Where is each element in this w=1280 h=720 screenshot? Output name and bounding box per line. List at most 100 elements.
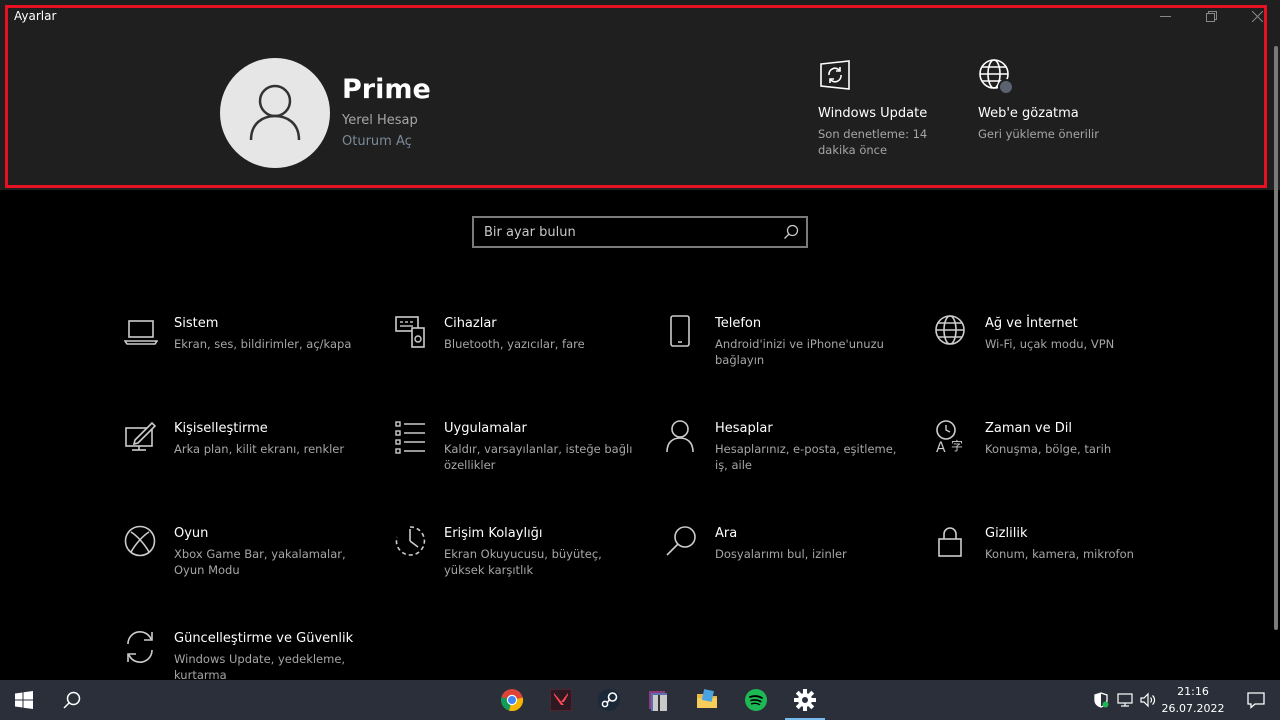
- search-input[interactable]: [484, 223, 774, 241]
- search-icon[interactable]: [782, 223, 800, 241]
- taskbar-app-valorant[interactable]: [537, 680, 585, 720]
- category-title: Zaman ve Dil: [985, 421, 1072, 436]
- restore-icon: [1205, 10, 1217, 22]
- taskbar-app-settings[interactable]: [781, 680, 829, 720]
- avatar[interactable]: [220, 58, 330, 168]
- category-subtitle: Windows Update, yedekleme, kurtarma: [174, 652, 346, 682]
- search-icon: [666, 526, 696, 556]
- svg-text:字: 字: [951, 438, 963, 453]
- valorant-icon: [550, 689, 572, 711]
- category-devices[interactable]: Cihazlar Bluetooth, yazıcılar, fare: [394, 315, 634, 385]
- category-network[interactable]: Ağ ve İnternet Wi-Fi, uçak modu, VPN: [935, 315, 1175, 385]
- person-icon: [666, 420, 694, 453]
- taskbar-search-button[interactable]: [48, 680, 96, 720]
- category-subtitle: Konum, kamera, mikrofon: [985, 547, 1134, 561]
- taskbar-clock[interactable]: 21:16 26.07.2022: [1160, 683, 1226, 717]
- start-button[interactable]: [0, 680, 48, 720]
- scrollbar[interactable]: [1274, 46, 1278, 630]
- category-subtitle: Android'inizi ve iPhone'unuzu bağlayın: [715, 337, 884, 367]
- paint-icon: [125, 421, 157, 451]
- category-personalization[interactable]: Kişiselleştirme Arka plan, kilit ekranı,…: [124, 420, 364, 490]
- close-icon: [1251, 10, 1263, 22]
- category-search[interactable]: Ara Dosyalarımı bul, izinler: [665, 525, 905, 595]
- xbox-icon: [124, 525, 156, 557]
- sync-icon: [820, 60, 850, 90]
- category-subtitle: Xbox Game Bar, yakalamalar, Oyun Modu: [174, 547, 346, 577]
- settings-header: Ayarlar Prime Yerel Hesap Oturum Aç Wind…: [0, 0, 1280, 190]
- minimize-button[interactable]: [1142, 0, 1188, 32]
- globe-icon: [935, 315, 965, 345]
- category-apps[interactable]: Uygulamalar Kaldır, varsayılanlar, isteğ…: [394, 420, 634, 490]
- taskbar-app-winrar[interactable]: [634, 680, 682, 720]
- ease-of-access-icon: [395, 526, 426, 556]
- user-icon: [249, 84, 301, 141]
- spotify-icon: [745, 689, 767, 711]
- minimize-icon: [1159, 15, 1171, 17]
- notification-icon: [1247, 692, 1265, 709]
- category-title: Hesaplar: [715, 421, 773, 436]
- notifications-button[interactable]: [1232, 680, 1280, 720]
- windows-logo-icon: [15, 691, 33, 709]
- update-icon: [127, 630, 153, 664]
- profile-name: Prime: [342, 74, 431, 105]
- tray-security[interactable]: [1092, 680, 1110, 720]
- web-browsing-title: Web'e gözatma: [978, 106, 1079, 121]
- settings-search-box[interactable]: [472, 216, 808, 248]
- category-title: Oyun: [174, 526, 209, 541]
- phone-icon: [670, 315, 690, 347]
- devices-icon: [395, 316, 425, 348]
- category-subtitle: Hesaplarınız, e-posta, eşitleme, iş, ail…: [715, 442, 897, 472]
- category-title: Erişim Kolaylığı: [444, 526, 543, 541]
- taskbar-app-explorer[interactable]: [683, 680, 731, 720]
- lock-icon: [938, 527, 962, 557]
- category-system[interactable]: Sistem Ekran, ses, bildirimler, aç/kapa: [124, 315, 364, 385]
- category-title: Güncelleştirme ve Güvenlik: [174, 631, 354, 646]
- category-subtitle: Ekran Okuyucusu, büyüteç, yüksek karşıtl…: [444, 547, 602, 577]
- taskbar-app-spotify[interactable]: [732, 680, 780, 720]
- category-subtitle: Wi-Fi, uçak modu, VPN: [985, 337, 1115, 351]
- taskbar-app-steam[interactable]: [585, 680, 633, 720]
- web-browsing-tile[interactable]: Web'e gözatma Geri yükleme önerilir: [978, 58, 1128, 142]
- speaker-icon: [1140, 692, 1156, 708]
- category-privacy[interactable]: Gizlilik Konum, kamera, mikrofon: [935, 525, 1175, 595]
- svg-text:A: A: [936, 440, 946, 454]
- tray-volume[interactable]: [1139, 680, 1157, 720]
- account-type: Yerel Hesap: [342, 113, 418, 128]
- category-gaming[interactable]: Oyun Xbox Game Bar, yakalamalar, Oyun Mo…: [124, 525, 364, 595]
- close-button[interactable]: [1234, 0, 1280, 32]
- category-subtitle: Ekran, ses, bildirimler, aç/kapa: [174, 337, 352, 351]
- category-subtitle: Konuşma, bölge, tarih: [985, 442, 1112, 456]
- clock-date: 26.07.2022: [1161, 702, 1225, 715]
- taskbar: 21:16 26.07.2022: [0, 680, 1280, 720]
- web-browsing-subtitle: Geri yükleme önerilir: [978, 127, 1099, 141]
- windows-update-tile[interactable]: Windows Update Son denetleme: 14 dakika …: [818, 58, 948, 158]
- laptop-icon: [124, 320, 158, 345]
- time-language-icon: A 字: [936, 420, 963, 454]
- category-title: Kişiselleştirme: [174, 421, 268, 436]
- category-ease-of-access[interactable]: Erişim Kolaylığı Ekran Okuyucusu, büyüte…: [394, 525, 634, 595]
- network-icon: [1117, 693, 1133, 707]
- explorer-icon: [697, 689, 717, 708]
- winrar-icon: [649, 691, 667, 711]
- category-title: Ara: [715, 526, 738, 541]
- settings-gear-icon: [794, 689, 816, 711]
- shield-icon: [1094, 692, 1109, 708]
- category-title: Gizlilik: [985, 526, 1028, 541]
- taskbar-app-chrome[interactable]: [488, 680, 536, 720]
- search-icon: [63, 691, 81, 709]
- category-accounts[interactable]: Hesaplar Hesaplarınız, e-posta, eşitleme…: [665, 420, 905, 490]
- category-title: Cihazlar: [444, 316, 497, 331]
- category-time-language[interactable]: A 字 Zaman ve Dil Konuşma, bölge, tarih: [935, 420, 1175, 490]
- category-phone[interactable]: Telefon Android'inizi ve iPhone'unuzu ba…: [665, 315, 905, 385]
- apps-list-icon: [395, 421, 425, 454]
- restore-button[interactable]: [1188, 0, 1234, 32]
- window-title: Ayarlar: [14, 9, 57, 23]
- category-subtitle: Kaldır, varsayılanlar, isteğe bağlı özel…: [444, 442, 633, 472]
- tray-network[interactable]: [1116, 680, 1134, 720]
- category-subtitle: Arka plan, kilit ekranı, renkler: [174, 442, 345, 456]
- windows-update-subtitle: Son denetleme: 14 dakika önce: [818, 127, 928, 157]
- category-title: Ağ ve İnternet: [985, 316, 1078, 331]
- clock-time: 21:16: [1177, 685, 1209, 698]
- globe-icon: [979, 59, 1014, 95]
- sign-in-link[interactable]: Oturum Aç: [342, 134, 412, 149]
